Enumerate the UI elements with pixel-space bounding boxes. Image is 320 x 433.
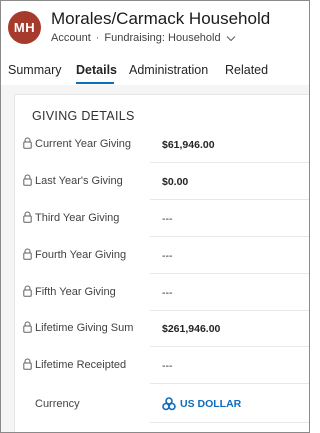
divider xyxy=(150,236,309,237)
divider xyxy=(150,346,309,347)
field-last-years-giving: Last Year's Giving $0.00 xyxy=(15,164,309,200)
currency-value: US DOLLAR xyxy=(180,398,242,410)
chevron-down-icon xyxy=(226,35,236,42)
currency-link[interactable]: US DOLLAR xyxy=(162,397,241,411)
field-value: --- xyxy=(162,287,173,299)
page-title: Morales/Carmack Household xyxy=(51,9,271,28)
field-label: Currency xyxy=(35,398,80,410)
field-value: $261,946.00 xyxy=(162,323,221,335)
divider xyxy=(150,383,309,384)
field-value: $0.00 xyxy=(162,176,189,188)
divider xyxy=(150,422,309,423)
separator-dot: · xyxy=(95,32,100,44)
field-current-year-giving: Current Year Giving $61,946.00 xyxy=(15,127,309,163)
divider xyxy=(150,199,309,200)
tab-administration[interactable]: Administration xyxy=(129,63,208,77)
form-name-label: Fundraising: Household xyxy=(104,32,221,44)
field-label: Lifetime Giving Sum xyxy=(35,322,134,334)
tab-summary[interactable]: Summary xyxy=(8,63,61,77)
avatar: MH xyxy=(8,11,41,44)
tab-details[interactable]: Details xyxy=(76,63,117,77)
field-currency: Currency US DOLLAR xyxy=(15,387,309,423)
lock-icon xyxy=(23,321,32,333)
field-value: --- xyxy=(162,360,173,372)
field-value: --- xyxy=(162,250,173,262)
lock-icon xyxy=(23,248,32,260)
form-selector[interactable]: Fundraising: Household xyxy=(104,32,235,44)
tab-related[interactable]: Related xyxy=(225,63,268,77)
lock-icon xyxy=(23,285,32,297)
field-label: Fifth Year Giving xyxy=(35,286,116,298)
lock-icon xyxy=(23,137,32,149)
giving-details-section: GIVING DETAILS Current Year Giving $61,9… xyxy=(14,94,309,432)
active-tab-indicator xyxy=(76,82,114,84)
field-fourth-year-giving: Fourth Year Giving --- xyxy=(15,238,309,274)
field-label: Third Year Giving xyxy=(35,212,120,224)
field-value: --- xyxy=(162,213,173,225)
field-fifth-year-giving: Fifth Year Giving --- xyxy=(15,275,309,311)
field-label: Lifetime Receipted xyxy=(35,359,127,371)
field-label: Last Year's Giving xyxy=(35,175,123,187)
record-header: MH Morales/Carmack Household Account · F… xyxy=(1,1,309,57)
field-lifetime-receipted: Lifetime Receipted --- xyxy=(15,348,309,384)
lock-icon xyxy=(23,174,32,186)
record-form: MH Morales/Carmack Household Account · F… xyxy=(0,0,310,433)
tab-bar: Summary Details Administration Related xyxy=(1,59,309,83)
field-label: Fourth Year Giving xyxy=(35,249,127,261)
section-title: GIVING DETAILS xyxy=(32,109,135,123)
field-lifetime-giving-sum: Lifetime Giving Sum $261,946.00 xyxy=(15,311,309,347)
divider xyxy=(150,162,309,163)
entity-type-label: Account xyxy=(51,32,91,44)
field-value: $61,946.00 xyxy=(162,139,215,151)
record-subtitle: Account · Fundraising: Household xyxy=(51,32,236,44)
currency-icon xyxy=(162,397,176,411)
divider xyxy=(150,273,309,274)
lock-icon xyxy=(23,358,32,370)
field-third-year-giving: Third Year Giving --- xyxy=(15,201,309,237)
field-label: Current Year Giving xyxy=(35,138,131,150)
lock-icon xyxy=(23,211,32,223)
